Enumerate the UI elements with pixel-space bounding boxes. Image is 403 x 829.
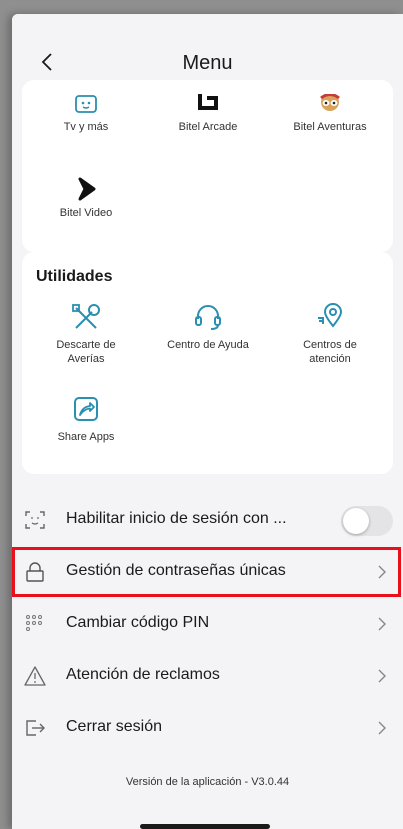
tile-share-apps[interactable]: Share Apps: [24, 394, 148, 444]
tile-centros-de-atencion[interactable]: Centros de atención: [268, 302, 392, 366]
row-label: Atención de reclamos: [66, 666, 220, 683]
tile-bitel-arcade[interactable]: Bitel Arcade: [146, 94, 270, 134]
chevron-right-icon: [378, 669, 386, 683]
tile-bitel-aventuras[interactable]: Bitel Aventuras: [268, 94, 392, 134]
share-icon: [74, 397, 98, 421]
aventuras-icon: [320, 94, 340, 111]
tile-label-line1: Descarte de: [56, 339, 116, 351]
row-label: Cambiar código PIN: [66, 614, 210, 631]
biometric-toggle[interactable]: [341, 506, 393, 536]
headset-icon: [195, 305, 221, 330]
face-scan-icon: [25, 511, 45, 529]
row-biometric-login: Habilitar inicio de sesión con ...: [12, 496, 403, 544]
page-title: Menu: [182, 52, 233, 74]
tile-bitel-video[interactable]: Bitel Video: [24, 176, 148, 220]
video-play-icon: [78, 177, 96, 201]
tile-label: Bitel Aventuras: [293, 121, 367, 133]
tools-icon: [72, 304, 100, 329]
tile-label: Bitel Arcade: [178, 121, 238, 133]
row-cambiar-pin[interactable]: Cambiar código PIN: [12, 600, 403, 648]
logout-icon: [26, 720, 45, 736]
toggle-knob: [343, 508, 369, 534]
app-version: Versión de la aplicación - V3.0.44: [125, 776, 290, 788]
highlight-box: [12, 547, 401, 597]
tile-label-line1: Share Apps: [57, 431, 115, 443]
tile-label: Bitel Video: [59, 207, 113, 219]
row-cerrar-sesion[interactable]: Cerrar sesión: [12, 704, 403, 752]
tile-tv-y-mas[interactable]: Tv y más: [24, 94, 148, 134]
tv-icon: [75, 95, 97, 113]
row-label: Cerrar sesión: [66, 718, 163, 735]
tile-descarte-averias[interactable]: Descarte de Averías: [24, 302, 148, 366]
utilidades-card: Utilidades Descarte de Averías Centro de…: [22, 252, 393, 474]
tile-label-line1: Centros de: [303, 339, 357, 351]
row-label: Habilitar inicio de sesión con ...: [66, 510, 287, 527]
warning-icon: [24, 666, 46, 686]
home-indicator: [140, 824, 270, 829]
phone-screen: Menu Tv y más Bitel Arcade Bitel Aventur…: [12, 14, 403, 829]
row-atencion-reclamos[interactable]: Atención de reclamos: [12, 652, 403, 700]
section-title: Utilidades: [36, 268, 113, 285]
pin-keypad-icon: [26, 615, 42, 631]
location-pin-icon: [318, 303, 343, 328]
entertainment-card: Tv y más Bitel Arcade Bitel Aventuras Bi…: [22, 80, 393, 252]
tile-label: Tv y más: [63, 121, 109, 133]
arcade-icon: [198, 94, 218, 110]
tile-centro-de-ayuda[interactable]: Centro de Ayuda: [146, 302, 270, 352]
tile-label-line2: atención: [309, 353, 351, 365]
tile-label-line1: Centro de Ayuda: [167, 339, 249, 351]
chevron-right-icon: [378, 721, 386, 735]
tile-label-line2: Averías: [67, 353, 105, 365]
chevron-right-icon: [378, 617, 386, 631]
